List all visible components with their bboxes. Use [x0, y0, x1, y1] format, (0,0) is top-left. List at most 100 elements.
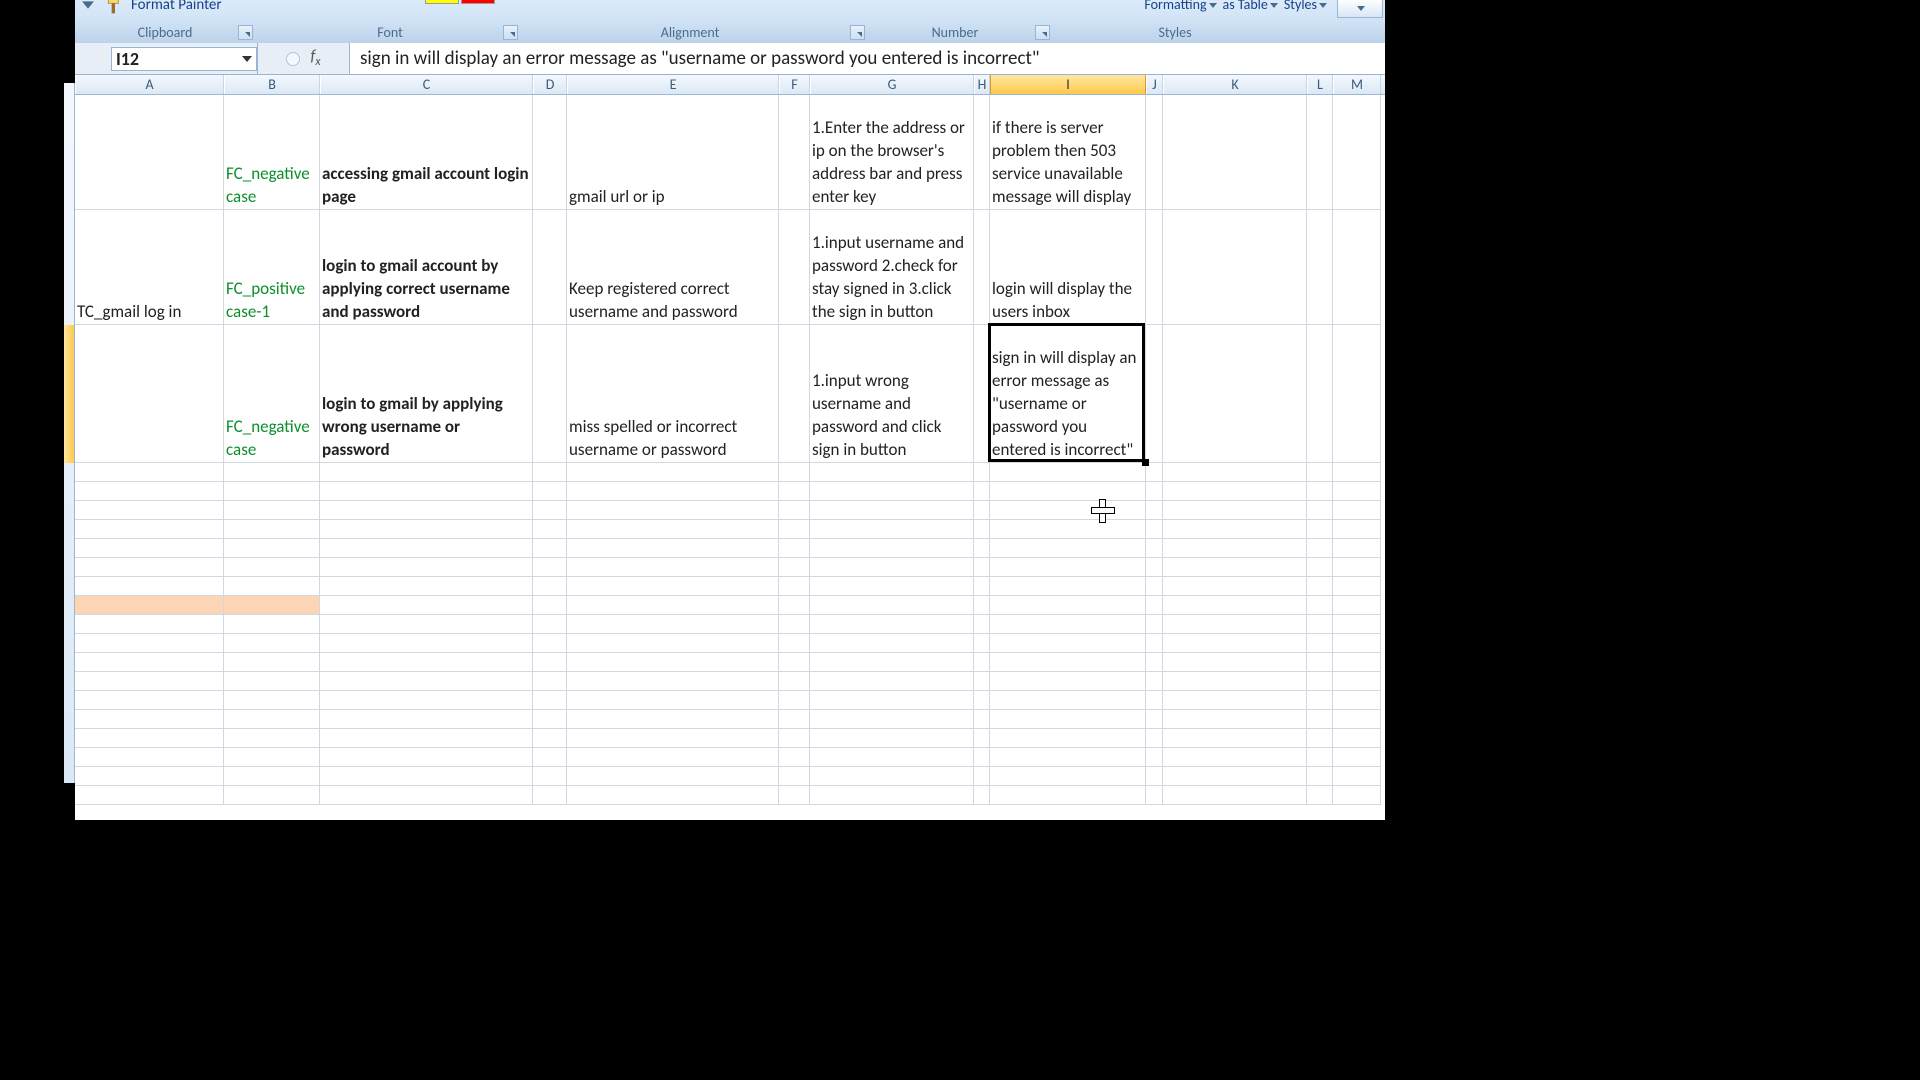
- cell[interactable]: [810, 786, 974, 805]
- cell[interactable]: [810, 520, 974, 539]
- cell[interactable]: [974, 95, 990, 210]
- cell[interactable]: [75, 539, 224, 558]
- cell[interactable]: login will display the users inbox: [990, 210, 1146, 325]
- cell[interactable]: [567, 767, 779, 786]
- cell[interactable]: [779, 210, 810, 325]
- column-header-A[interactable]: A: [75, 75, 224, 94]
- cell[interactable]: [810, 729, 974, 748]
- cell[interactable]: [567, 539, 779, 558]
- cell[interactable]: [990, 596, 1146, 615]
- cell[interactable]: [974, 672, 990, 691]
- cell[interactable]: [1307, 729, 1333, 748]
- cell[interactable]: [990, 577, 1146, 596]
- cell[interactable]: [1333, 786, 1381, 805]
- cell[interactable]: [1146, 634, 1163, 653]
- cell[interactable]: [224, 672, 320, 691]
- cell[interactable]: [320, 520, 533, 539]
- column-header-G[interactable]: G: [810, 75, 974, 94]
- cell[interactable]: [1307, 558, 1333, 577]
- cell[interactable]: [533, 710, 567, 729]
- number-dialog-launcher[interactable]: [1035, 25, 1050, 40]
- cell[interactable]: [779, 596, 810, 615]
- cell[interactable]: [1146, 501, 1163, 520]
- cell[interactable]: [320, 767, 533, 786]
- cell[interactable]: [1307, 95, 1333, 210]
- cell[interactable]: [320, 577, 533, 596]
- cell[interactable]: [779, 558, 810, 577]
- column-header-E[interactable]: E: [567, 75, 779, 94]
- cell[interactable]: [533, 577, 567, 596]
- cell[interactable]: FC_positive case-1: [224, 210, 320, 325]
- ribbon-overflow-button[interactable]: [1337, 0, 1383, 18]
- cell[interactable]: [320, 691, 533, 710]
- cell[interactable]: gmail url or ip: [567, 95, 779, 210]
- cell[interactable]: [990, 748, 1146, 767]
- cell[interactable]: [1163, 577, 1307, 596]
- cell[interactable]: [810, 710, 974, 729]
- cell[interactable]: [779, 95, 810, 210]
- cell[interactable]: [990, 729, 1146, 748]
- cell[interactable]: [1146, 786, 1163, 805]
- cell[interactable]: TC_gmail log in: [75, 210, 224, 325]
- cell[interactable]: [1307, 767, 1333, 786]
- column-header-K[interactable]: K: [1163, 75, 1307, 94]
- cell[interactable]: [224, 710, 320, 729]
- cell[interactable]: [1163, 539, 1307, 558]
- cell[interactable]: [533, 520, 567, 539]
- cell[interactable]: FC_negative case: [224, 95, 320, 210]
- cell[interactable]: [974, 691, 990, 710]
- cell[interactable]: [779, 653, 810, 672]
- cell[interactable]: [1163, 653, 1307, 672]
- cell[interactable]: [974, 325, 990, 463]
- cell[interactable]: [974, 482, 990, 501]
- cell[interactable]: [320, 482, 533, 501]
- cell[interactable]: [779, 539, 810, 558]
- cell[interactable]: FC_negative case: [224, 325, 320, 463]
- column-header-I[interactable]: I: [990, 75, 1146, 94]
- cell[interactable]: [1146, 482, 1163, 501]
- cell[interactable]: miss spelled or incorrect username or pa…: [567, 325, 779, 463]
- cell[interactable]: [779, 786, 810, 805]
- cell[interactable]: [320, 634, 533, 653]
- cell[interactable]: [1163, 95, 1307, 210]
- cell[interactable]: [1163, 463, 1307, 482]
- column-header-C[interactable]: C: [320, 75, 533, 94]
- cell[interactable]: [75, 482, 224, 501]
- cell[interactable]: [1333, 653, 1381, 672]
- cell[interactable]: [810, 615, 974, 634]
- cell[interactable]: [1333, 520, 1381, 539]
- cell[interactable]: [533, 558, 567, 577]
- cell[interactable]: [1307, 615, 1333, 634]
- cell[interactable]: [974, 210, 990, 325]
- cell[interactable]: [1333, 615, 1381, 634]
- cell[interactable]: [779, 615, 810, 634]
- cell[interactable]: [1333, 95, 1381, 210]
- cell[interactable]: [567, 577, 779, 596]
- cell[interactable]: [974, 539, 990, 558]
- name-box[interactable]: I12: [111, 47, 257, 71]
- cell[interactable]: [1333, 325, 1381, 463]
- cell[interactable]: [567, 786, 779, 805]
- column-header-M[interactable]: M: [1333, 75, 1381, 94]
- cell[interactable]: [75, 634, 224, 653]
- cell[interactable]: [779, 634, 810, 653]
- cell[interactable]: [320, 596, 533, 615]
- cell[interactable]: [779, 748, 810, 767]
- cell[interactable]: [1333, 596, 1381, 615]
- cell[interactable]: [990, 672, 1146, 691]
- cell[interactable]: [224, 767, 320, 786]
- cell[interactable]: [1146, 691, 1163, 710]
- cell[interactable]: [990, 653, 1146, 672]
- cell[interactable]: [533, 672, 567, 691]
- cell[interactable]: [75, 653, 224, 672]
- cell[interactable]: [320, 710, 533, 729]
- cell[interactable]: [75, 463, 224, 482]
- cell[interactable]: [1163, 501, 1307, 520]
- cell[interactable]: [224, 653, 320, 672]
- cell[interactable]: [533, 748, 567, 767]
- cell[interactable]: [974, 558, 990, 577]
- cell[interactable]: [320, 786, 533, 805]
- cell[interactable]: [810, 767, 974, 786]
- format-as-table-button[interactable]: as Table: [1223, 0, 1278, 13]
- cell[interactable]: [1163, 748, 1307, 767]
